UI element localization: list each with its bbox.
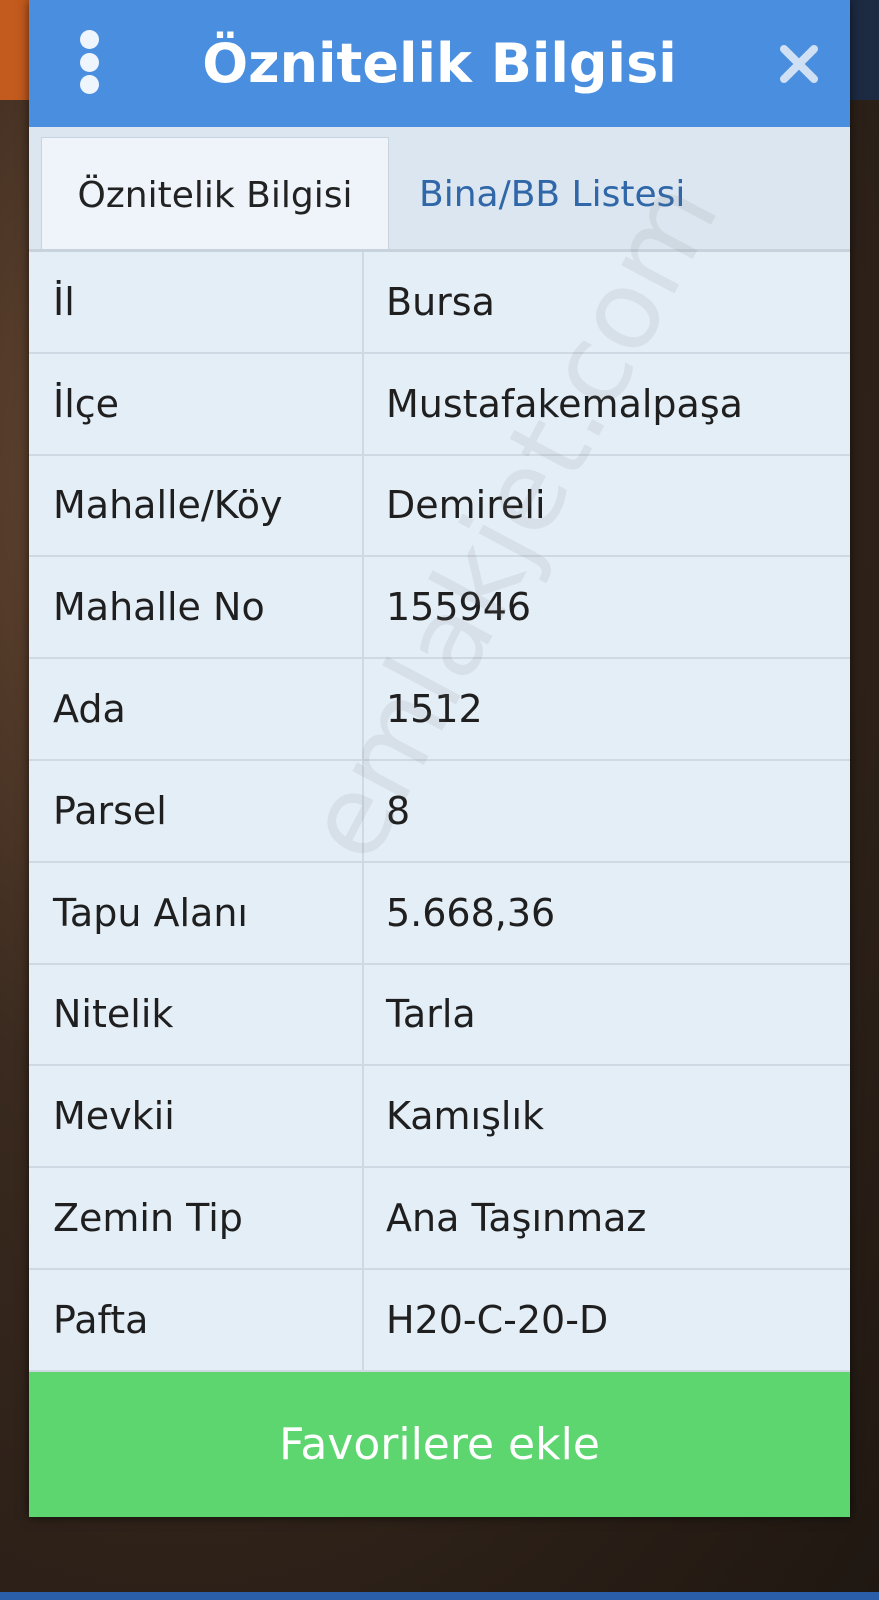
row-value: Demireli <box>386 483 546 528</box>
table-row: Parsel 8 <box>29 760 850 863</box>
row-key: Tapu Alanı <box>29 862 364 963</box>
row-value: Ana Taşınmaz <box>386 1196 647 1241</box>
add-to-favorites-button[interactable]: Favorilere ekle <box>29 1372 850 1517</box>
table-row: Pafta H20-C-20-D <box>29 1269 850 1372</box>
tab-bar: Öznitelik Bilgisi Bina/BB Listesi <box>29 127 850 252</box>
row-value: 155946 <box>386 585 532 630</box>
row-key: Ada <box>29 659 364 759</box>
row-key: Zemin Tip <box>29 1168 364 1268</box>
dialog-title: Öznitelik Bilgisi <box>202 32 677 95</box>
background-strip-left <box>0 0 30 100</box>
row-key: Pafta <box>29 1269 364 1370</box>
background-strip-right <box>849 0 879 100</box>
row-key: Mahalle/Köy <box>29 455 364 556</box>
background-bottom-bar <box>0 1592 879 1600</box>
row-key: Mevkii <box>29 1066 364 1167</box>
table-row: Zemin Tip Ana Taşınmaz <box>29 1168 850 1270</box>
row-key: Nitelik <box>29 964 364 1065</box>
table-row: Ada 1512 <box>29 659 850 761</box>
table-row: Tapu Alanı 5.668,36 <box>29 862 850 965</box>
row-key: Mahalle No <box>29 557 364 658</box>
more-vertical-icon[interactable] <box>77 30 101 94</box>
attribute-table: İl Bursa İlçe Mustafakemalpaşa Mahalle/K… <box>29 252 850 1372</box>
row-key: İl <box>29 252 364 352</box>
dialog-header: Öznitelik Bilgisi <box>29 0 850 127</box>
table-row: İlçe Mustafakemalpaşa <box>29 353 850 456</box>
table-row: Nitelik Tarla <box>29 964 850 1067</box>
tab-attribute-info[interactable]: Öznitelik Bilgisi <box>41 137 389 252</box>
row-value: H20-C-20-D <box>386 1297 609 1342</box>
row-value: Mustafakemalpaşa <box>386 381 743 426</box>
row-key: İlçe <box>29 353 364 454</box>
table-row: Mahalle No 155946 <box>29 557 850 660</box>
row-value: 5.668,36 <box>386 890 556 935</box>
row-value: 1512 <box>386 687 483 732</box>
table-row: Mevkii Kamışlık <box>29 1066 850 1169</box>
row-key: Parsel <box>29 760 364 861</box>
attribute-info-dialog: Öznitelik Bilgisi Öznitelik Bilgisi Bina… <box>29 0 850 1517</box>
table-row: İl Bursa <box>29 252 850 354</box>
row-value: Bursa <box>386 279 495 324</box>
row-value: 8 <box>386 788 411 833</box>
table-row: Mahalle/Köy Demireli <box>29 455 850 558</box>
row-value: Tarla <box>386 992 476 1037</box>
tab-building-list[interactable]: Bina/BB Listesi <box>389 137 850 252</box>
close-icon[interactable] <box>778 43 820 85</box>
row-value: Kamışlık <box>386 1094 545 1139</box>
